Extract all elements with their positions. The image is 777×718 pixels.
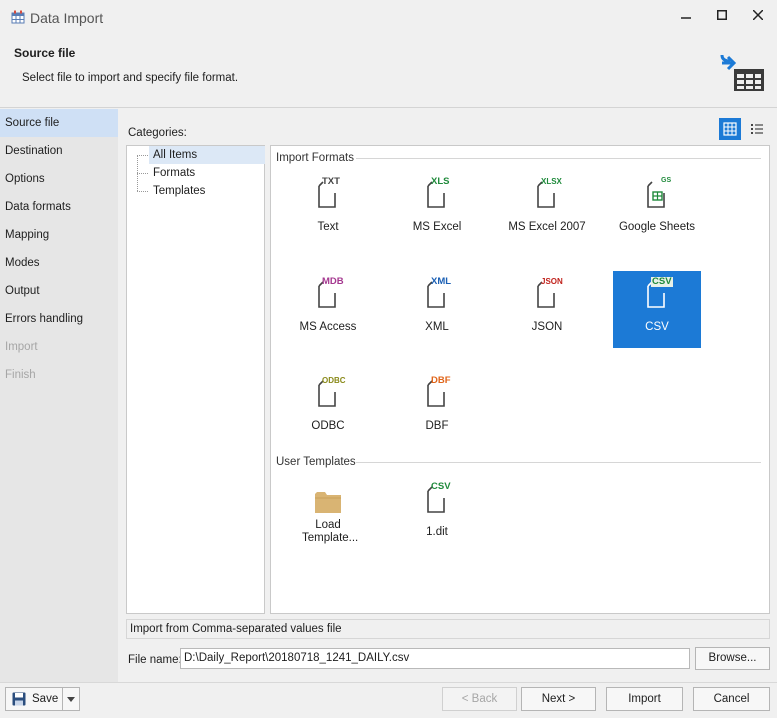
format-tile-csv[interactable]: CSV CSV [613, 271, 701, 348]
wizard-steps-nav: Source file Destination Options Data format… [0, 109, 118, 682]
file-type-badge: XML [431, 276, 452, 287]
group-header-import-formats: Import Formats [276, 152, 354, 164]
list-view-icon [751, 124, 763, 134]
file-type-badge: CSV [651, 276, 673, 287]
format-tile-label: Google Sheets [618, 221, 696, 233]
file-type-badge: ODBC [322, 376, 346, 385]
grid-view-button[interactable] [719, 118, 741, 140]
file-name-input[interactable]: D:\Daily_Report\20180718_1241_DAILY.csv [180, 648, 690, 669]
format-tile-label: MS Access [299, 321, 357, 333]
format-tile-1-dit[interactable]: CSV 1.dit [393, 476, 481, 553]
format-tile-text[interactable]: TXT Text [284, 171, 372, 248]
format-tile-xml[interactable]: XML XML [393, 271, 481, 348]
browse-button[interactable]: Browse... [695, 647, 770, 670]
nav-item-finish: Finish [5, 369, 36, 381]
format-tile-ms-access[interactable]: MDB MS Access [284, 271, 372, 348]
grid-view-icon [723, 122, 737, 136]
format-tile-label: ODBC [311, 420, 345, 432]
cancel-button[interactable]: Cancel [693, 687, 770, 711]
nav-item-mapping[interactable]: Mapping [0, 221, 118, 249]
format-tile-label: Text [317, 221, 339, 233]
save-label: Save [32, 693, 59, 705]
format-tile-ms-excel-2007[interactable]: XLSX MS Excel 2007 [503, 171, 591, 248]
data-import-app-icon [11, 10, 25, 24]
list-view-button[interactable] [746, 118, 768, 140]
nav-item-data-formats[interactable]: Data formats [0, 193, 118, 221]
group-header-user-templates: User Templates [276, 456, 356, 468]
nav-item-options[interactable]: Options [0, 165, 118, 193]
file-name-label: File name: [128, 654, 182, 666]
save-options-dropdown[interactable] [62, 687, 80, 711]
import-table-icon [720, 54, 764, 91]
format-tile-google-sheets[interactable]: GS Google Sheets [613, 171, 701, 248]
folder-icon [315, 492, 341, 513]
minimize-icon [681, 17, 691, 19]
file-type-badge: MDB [322, 276, 344, 287]
nav-item-modes[interactable]: Modes [0, 249, 118, 277]
tree-connector [137, 173, 148, 174]
nav-item-source-file[interactable]: Source file [0, 109, 118, 137]
format-tile-dbf[interactable]: DBF DBF [393, 370, 481, 447]
format-description-bar: Import from Comma-separated values file [126, 619, 770, 639]
file-type-badge: XLS [431, 176, 450, 187]
group-divider [356, 158, 761, 159]
categories-tree: All Items Formats Templates [126, 145, 265, 614]
nav-item-destination[interactable]: Destination [0, 137, 118, 165]
tree-connector [137, 191, 148, 192]
format-tile-load-template[interactable]: Load Template... [284, 476, 372, 553]
file-type-badge: JSON [541, 277, 563, 286]
format-tile-label: 1.dit [426, 526, 448, 538]
page-subtitle: Select file to import and specify file f… [22, 72, 239, 84]
tree-item-label: Formats [153, 167, 196, 179]
nav-item-output[interactable]: Output [0, 277, 118, 305]
file-type-badge: TXT [322, 176, 340, 187]
format-tile-label: CSV [645, 321, 669, 333]
window-title: Data Import [30, 10, 104, 26]
chevron-down-icon [67, 696, 75, 702]
maximize-button[interactable] [704, 0, 740, 30]
maximize-icon [717, 10, 727, 20]
categories-label: Categories: [128, 127, 187, 139]
format-tile-ms-excel[interactable]: XLS MS Excel [393, 171, 481, 248]
next-button[interactable]: Next > [521, 687, 596, 711]
group-divider [356, 462, 761, 463]
file-type-badge: GS [661, 177, 672, 184]
save-button[interactable]: Save [5, 687, 63, 711]
wizard-footer: Save < Back Next > Import Cancel [0, 682, 777, 718]
format-tile-label: DBF [425, 420, 449, 432]
nav-item-errors-handling[interactable]: Errors handling [0, 305, 118, 333]
close-icon [753, 10, 763, 20]
floppy-disk-icon [12, 692, 26, 706]
nav-item-import: Import [5, 341, 38, 353]
import-button[interactable]: Import [606, 687, 683, 711]
file-type-badge: DBF [431, 375, 451, 386]
source-file-page: Categories: All Items Formats Templates [118, 109, 777, 682]
tree-item-label: All Items [149, 146, 265, 164]
back-button[interactable]: < Back [442, 687, 517, 711]
format-tile-label: MS Excel [412, 221, 462, 233]
file-type-badge: CSV [431, 481, 451, 492]
format-items-panel: Import Formats User Templates TXT Text XLS… [270, 145, 770, 614]
format-tile-label: XML [425, 321, 449, 333]
page-title: Source file [14, 46, 76, 60]
minimize-button[interactable] [668, 0, 704, 30]
format-tile-label: Load Template... [302, 519, 359, 544]
format-tile-odbc[interactable]: ODBC ODBC [284, 370, 372, 447]
tree-item-label: Templates [153, 185, 206, 197]
tree-connector [137, 155, 148, 156]
file-type-badge: XLSX [541, 177, 562, 186]
title-bar: Data Import [0, 0, 777, 36]
format-tile-label: JSON [531, 321, 563, 333]
format-tile-json[interactable]: JSON JSON [503, 271, 591, 348]
wizard-header: Source file Select file to import and sp… [0, 36, 777, 108]
close-button[interactable] [740, 0, 776, 30]
format-tile-label: MS Excel 2007 [508, 221, 586, 233]
